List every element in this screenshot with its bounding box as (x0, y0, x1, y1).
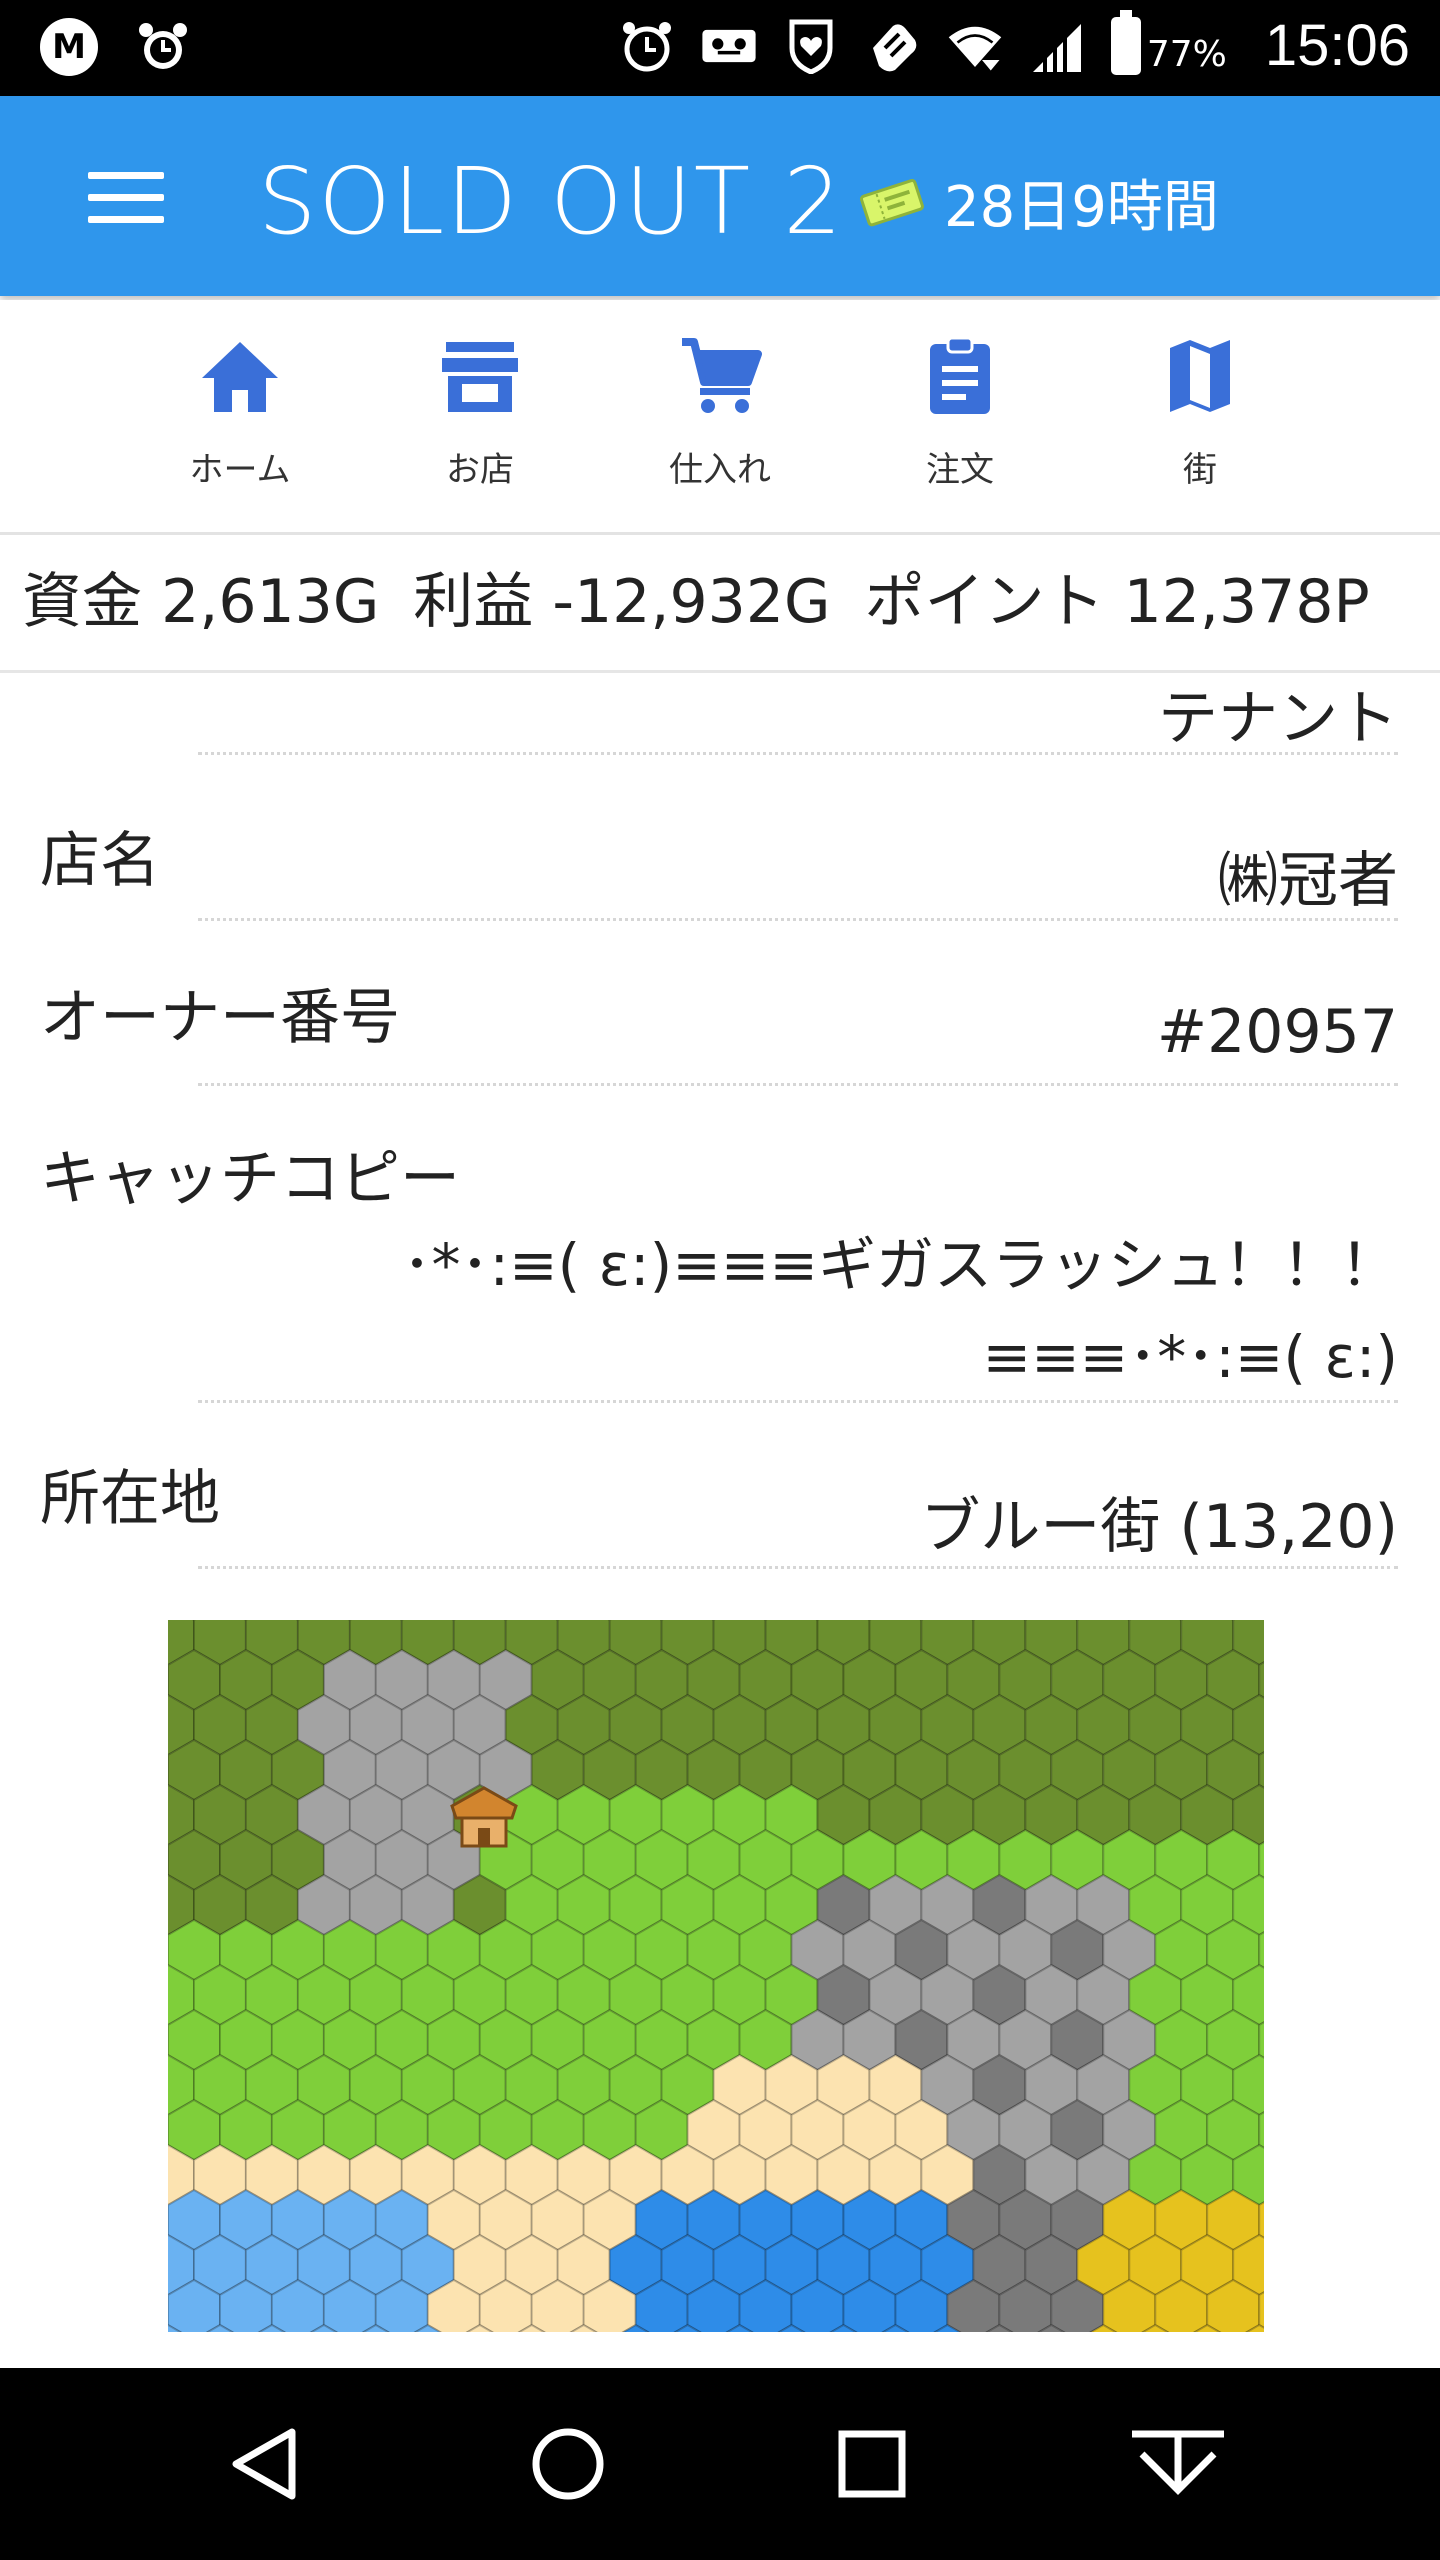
home-circle-icon[interactable] (528, 2424, 608, 2504)
town-map[interactable] (141, 1603, 1365, 2387)
home-icon (202, 342, 278, 412)
catchcopy-label: キャッチコピー (40, 1144, 460, 1214)
nav-item-town[interactable]: 街 (1110, 336, 1290, 491)
location-row: 所在地 ブルー街 (13,20) (0, 1420, 1440, 1580)
nav-item-home[interactable]: ホーム (150, 336, 330, 491)
clock: 15:06 (1264, 13, 1410, 78)
battery-icon: 77% (1110, 9, 1227, 75)
funds: 資金 2,613G (22, 567, 380, 637)
cart-icon (682, 338, 762, 413)
store-icon (442, 342, 518, 412)
tenant-value: テナント (1158, 684, 1398, 754)
nav-label-purchase: 仕入れ (669, 450, 771, 490)
recents-icon[interactable] (832, 2424, 912, 2504)
stats-bar: 資金 2,613G 利益 -12,932G ポイント 12,378P (0, 535, 1440, 673)
heart-shield-icon (783, 16, 839, 76)
map-icon (1170, 340, 1230, 412)
tenant-row: テナント (0, 670, 1440, 760)
app-title: SOLD OUT 2 (258, 148, 844, 255)
profit: 利益 -12,932G (413, 567, 831, 637)
catchcopy-line-2: ≡≡≡･*･:≡( ε:) (982, 1323, 1398, 1391)
shop-name-value: ㈱冠者 (1218, 846, 1398, 916)
time-remaining: 28日9時間 (944, 175, 1219, 240)
shop-name-label: 店名 (40, 826, 160, 896)
clipboard-icon (930, 336, 990, 414)
points: ポイント 12,378P (864, 567, 1370, 637)
ticket-icon (858, 178, 924, 228)
system-nav-bar (0, 2368, 1440, 2560)
location-label: 所在地 (40, 1464, 220, 1534)
status-bar: M 77% 15:06 (0, 0, 1440, 96)
m-logo-icon: M (40, 18, 98, 76)
shop-name-row: 店名 ㈱冠者 (0, 770, 1440, 930)
nav-item-purchase[interactable]: 仕入れ (630, 336, 810, 491)
catchcopy-line-1: ･*･:≡( ε:)≡≡≡ギガスラッシュ！！！ (402, 1231, 1398, 1299)
owner-label: オーナー番号 (40, 983, 400, 1053)
battery-percent: 77% (1146, 34, 1227, 75)
hamburger-icon[interactable] (88, 172, 164, 224)
owner-row: オーナー番号 #20957 (0, 935, 1440, 1095)
nav-label-home: ホーム (189, 450, 291, 490)
hex-map-canvas[interactable] (141, 1603, 1365, 2387)
app-bar: SOLD OUT 2 28日9時間 (0, 96, 1440, 296)
alarm-icon (134, 18, 192, 76)
nav-item-store[interactable]: お店 (390, 336, 570, 491)
download-icon[interactable] (1128, 2424, 1228, 2504)
nav-label-order: 注文 (926, 450, 994, 490)
catchcopy-row: キャッチコピー ･*･:≡( ε:)≡≡≡ギガスラッシュ！！！ ≡≡≡･*･:≡… (0, 1100, 1440, 1410)
owner-value: #20957 (1156, 997, 1398, 1067)
hand-icon (865, 16, 921, 76)
nav-label-store: お店 (446, 450, 514, 490)
nav-label-town: 街 (1183, 450, 1217, 490)
main-nav: ホーム お店 仕入れ 注文 街 (0, 300, 1440, 535)
alarm-icon (619, 16, 675, 76)
nav-item-order[interactable]: 注文 (870, 336, 1050, 491)
voicemail-icon (701, 16, 757, 76)
wifi-icon (947, 16, 1003, 76)
back-icon[interactable] (226, 2424, 306, 2504)
signal-icon (1029, 16, 1085, 76)
location-value: ブルー街 (13,20) (920, 1492, 1398, 1562)
